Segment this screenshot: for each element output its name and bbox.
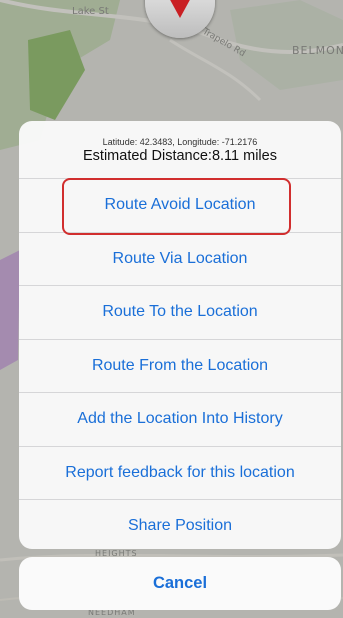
report-feedback-button[interactable]: Report feedback for this location	[19, 447, 341, 500]
pin-arrow-icon	[170, 0, 190, 18]
cancel-button[interactable]: Cancel	[19, 557, 341, 610]
share-position-button[interactable]: Share Position	[19, 500, 341, 549]
route-avoid-location-button[interactable]: Route Avoid Location	[19, 179, 341, 233]
coordinates-text: Latitude: 42.3483, Longitude: -71.2176	[102, 137, 258, 147]
route-from-location-button[interactable]: Route From the Location	[19, 340, 341, 393]
estimated-distance-text: Estimated Distance:8.11 miles	[83, 148, 277, 164]
add-to-history-button[interactable]: Add the Location Into History	[19, 393, 341, 447]
action-sheet: Latitude: 42.3483, Longitude: -71.2176 E…	[19, 121, 341, 549]
route-to-location-button[interactable]: Route To the Location	[19, 286, 341, 340]
route-via-location-button[interactable]: Route Via Location	[19, 233, 341, 286]
sheet-header: Latitude: 42.3483, Longitude: -71.2176 E…	[19, 121, 341, 179]
